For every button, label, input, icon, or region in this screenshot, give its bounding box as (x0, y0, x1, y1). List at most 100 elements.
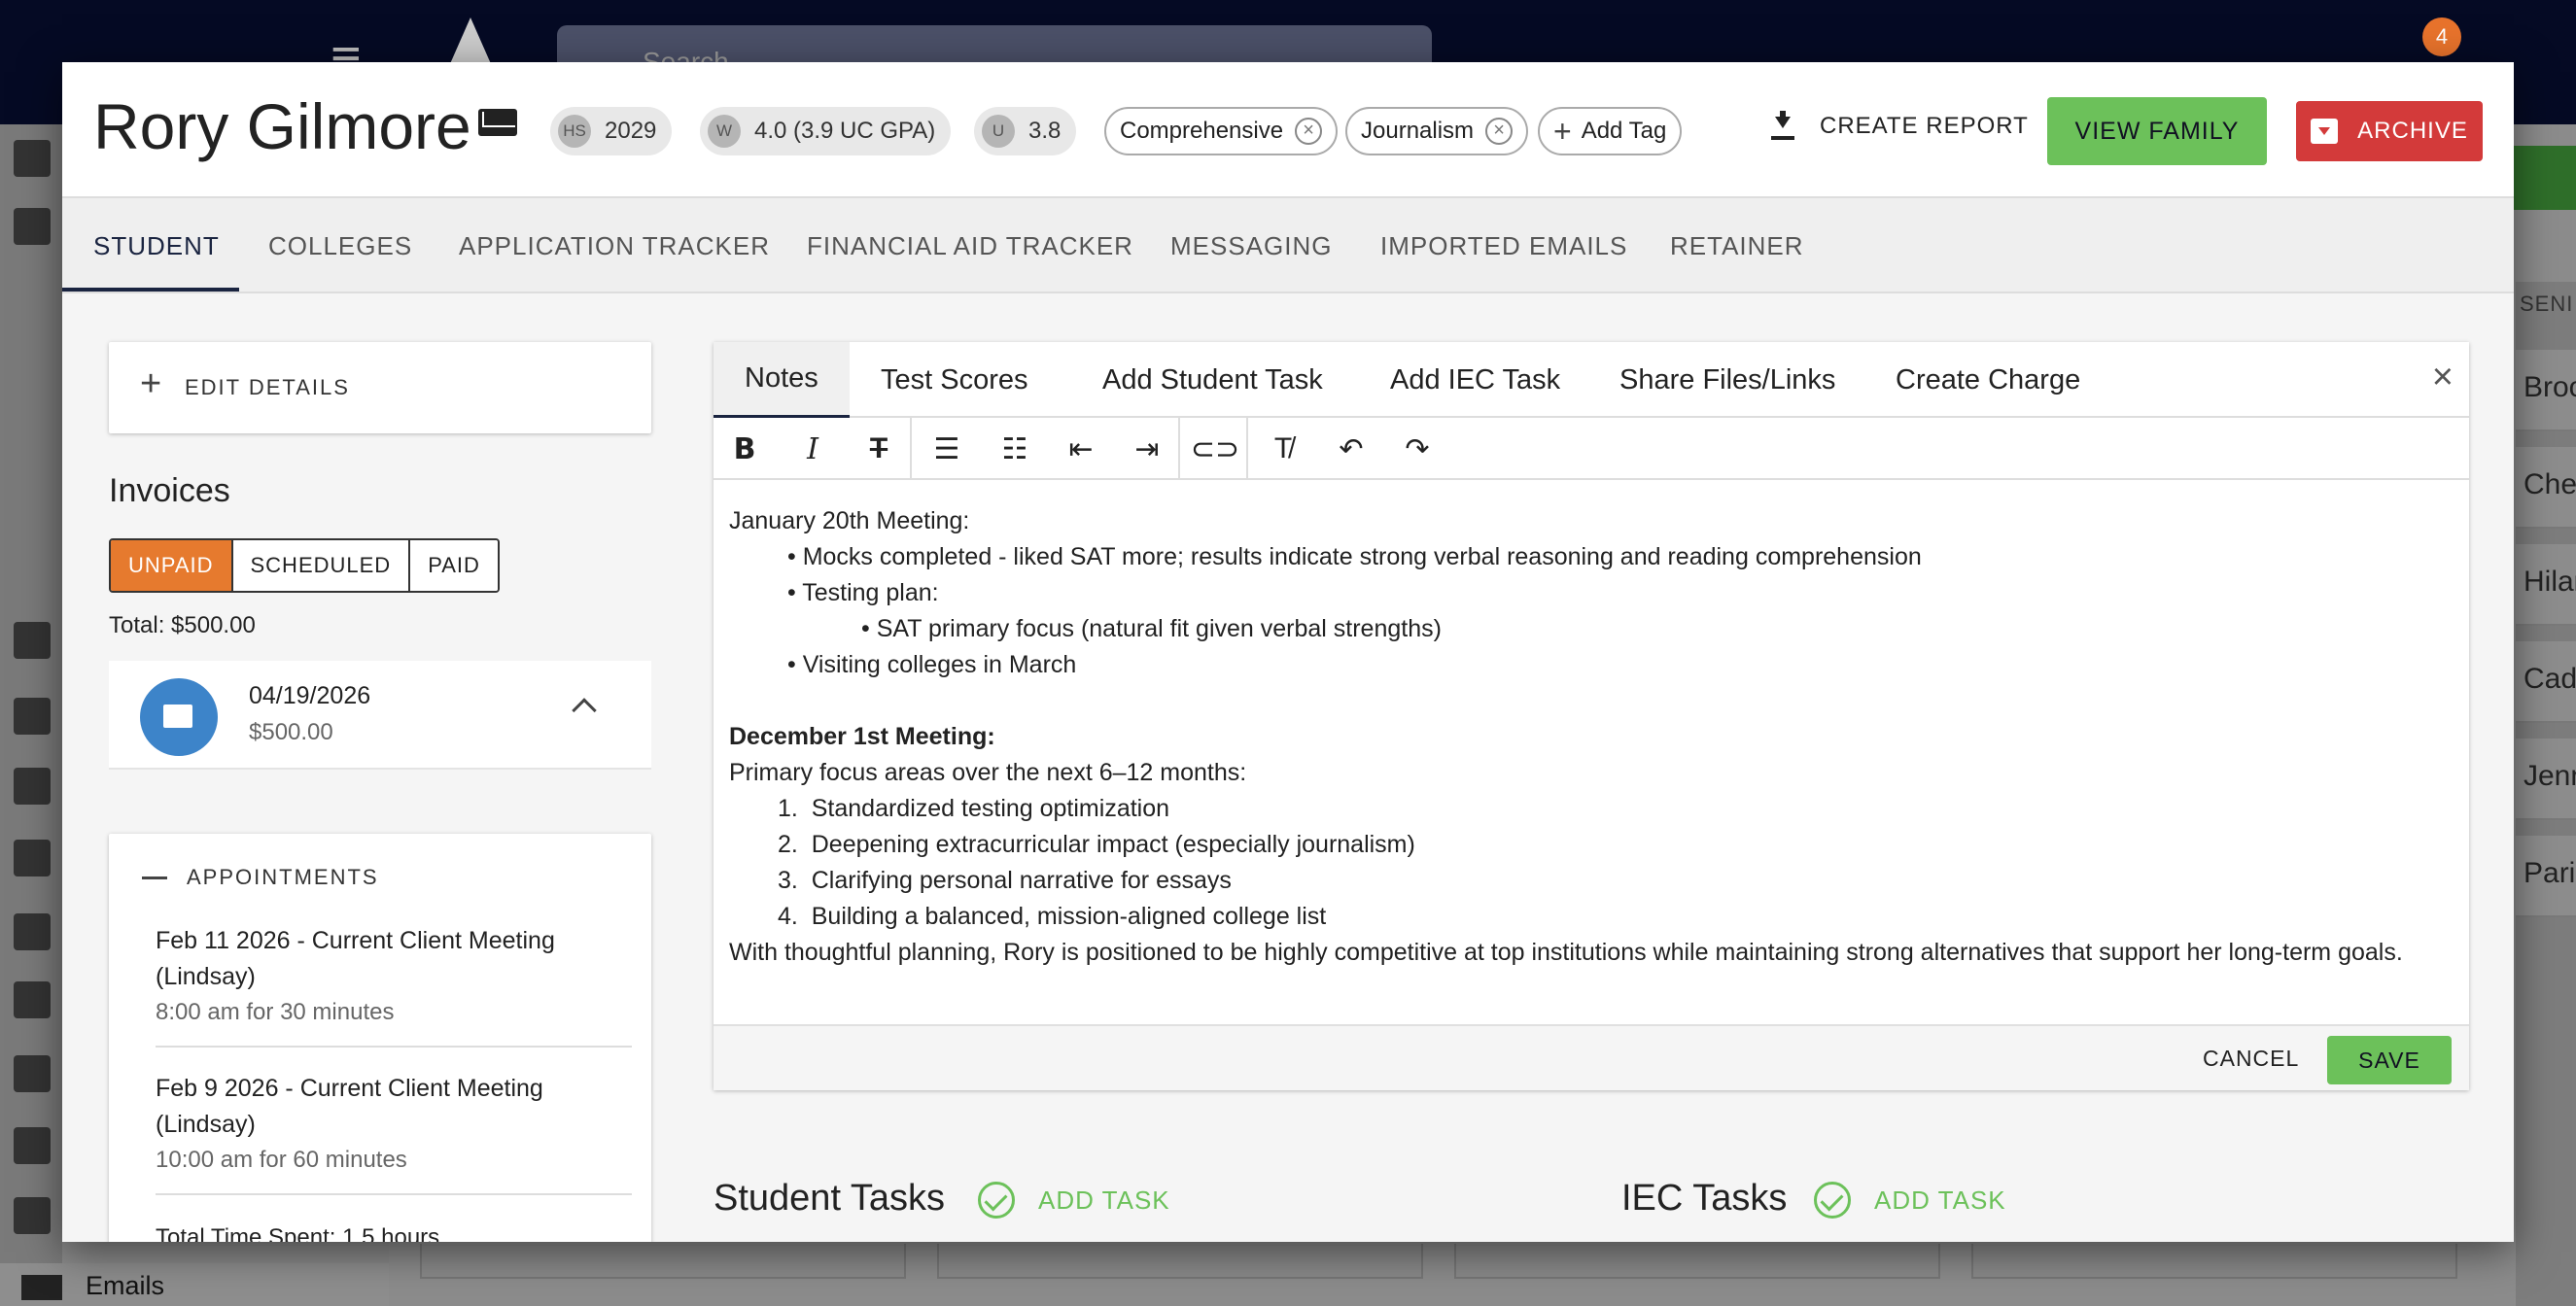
appointment-time: 10:00 am for 60 minutes (156, 1147, 407, 1173)
chip-value: 3.8 (1028, 118, 1062, 144)
editor-tab-add-iec-task[interactable]: Add IEC Task (1359, 342, 1591, 418)
background-card (937, 1244, 1423, 1279)
bullet-list-icon[interactable]: ☰ (925, 428, 968, 470)
notes-bullet: • Testing plan: (787, 579, 939, 606)
remove-tag-icon[interactable]: × (1295, 118, 1323, 145)
add-task-icon (1814, 1182, 1851, 1219)
editor-tab-create-charge[interactable]: Create Charge (1864, 342, 2111, 418)
italic-icon[interactable]: I (791, 428, 834, 470)
undo-icon[interactable]: ↶ (1330, 428, 1373, 470)
email-icon[interactable] (478, 109, 517, 136)
add-tag-button[interactable]: + Add Tag (1538, 107, 1683, 155)
background-card (1454, 1244, 1940, 1279)
edit-details-label: EDIT DETAILS (185, 375, 350, 399)
tab-messaging[interactable]: MESSAGING (1170, 231, 1332, 261)
dashboard-icon[interactable] (14, 140, 51, 177)
right-list-item[interactable]: Paris (2516, 836, 2576, 917)
tag-comprehensive: Comprehensive × (1104, 107, 1339, 155)
appointment-time: 8:00 am for 30 minutes (156, 999, 395, 1025)
toolbar-divider (1246, 418, 1248, 478)
merge-icon[interactable] (14, 1055, 51, 1092)
tab-retainer[interactable]: RETAINER (1670, 231, 1804, 261)
tab-colleges[interactable]: COLLEGES (268, 231, 412, 261)
tasks-icon[interactable] (14, 768, 51, 805)
create-report-button[interactable]: CREATE REPORT (1771, 111, 2029, 140)
background-card (420, 1244, 906, 1279)
sidebar-item-emails[interactable]: Emails (0, 1263, 389, 1306)
active-tab-indicator (62, 288, 239, 292)
filter-paid[interactable]: PAID (410, 540, 498, 591)
student-modal: Rory Gilmore HS 2029 W 4.0 (3.9 UC GPA) … (62, 62, 2514, 1242)
link-icon[interactable]: ⊂⊃ (1191, 428, 1239, 470)
filter-scheduled[interactable]: SCHEDULED (232, 540, 411, 591)
bold-icon[interactable]: B (723, 428, 766, 470)
right-list-item[interactable]: Cady (2516, 641, 2576, 723)
invoice-amount: $500.00 (249, 719, 333, 745)
chip-prefix: U (982, 115, 1015, 148)
list-icon[interactable] (14, 913, 51, 950)
close-icon[interactable]: × (2432, 358, 2454, 396)
notes-content[interactable]: January 20th Meeting: • Mocks completed … (729, 503, 2459, 971)
toolbar-divider (910, 418, 912, 478)
add-task-label: ADD TASK (1038, 1185, 1170, 1215)
right-list-item[interactable]: Hilar (2516, 544, 2576, 626)
download-icon (1771, 111, 1794, 140)
checklist-icon[interactable] (14, 840, 51, 876)
add-tag-label: Add Tag (1581, 118, 1667, 144)
edit-details-button[interactable]: + EDIT DETAILS (109, 342, 651, 433)
chip-prefix: W (708, 115, 741, 148)
clear-format-icon[interactable]: T̸ (1262, 428, 1305, 470)
save-button[interactable]: SAVE (2327, 1036, 2452, 1084)
invoice-row[interactable]: 04/19/2026 $500.00 (109, 661, 651, 770)
board-icon[interactable] (14, 698, 51, 735)
book-icon[interactable] (14, 1127, 51, 1164)
editor-tab-share-files[interactable]: Share Files/Links (1588, 342, 1866, 418)
archive-label: ARCHIVE (2357, 118, 2468, 144)
notes-paragraph: Primary focus areas over the next 6–12 m… (729, 759, 1247, 786)
tab-student[interactable]: STUDENT (93, 231, 220, 261)
colleges-icon[interactable] (14, 622, 51, 659)
chevron-up-icon[interactable] (572, 698, 597, 723)
add-student-task-button[interactable]: ADD TASK (978, 1182, 1170, 1219)
document-icon[interactable] (14, 1197, 51, 1234)
appointments-header: APPOINTMENTS (187, 865, 379, 889)
strikethrough-icon[interactable]: T (857, 428, 900, 470)
appointment-item[interactable]: Feb 9 2026 - Current Client Meeting (Lin… (156, 1071, 632, 1195)
students-icon[interactable] (14, 208, 51, 245)
indent-icon[interactable]: ⇥ (1126, 428, 1168, 470)
right-list-item[interactable]: Jenn (2516, 739, 2576, 820)
collapse-icon[interactable] (142, 876, 167, 879)
editor-tab-test-scores[interactable]: Test Scores (850, 342, 1060, 418)
notes-bullet: • Visiting colleges in March (787, 651, 1077, 678)
view-family-button[interactable]: VIEW FAMILY (2047, 97, 2267, 165)
tab-application-tracker[interactable]: APPLICATION TRACKER (459, 231, 770, 261)
notes-editor: Notes Test Scores Add Student Task Add I… (714, 342, 2469, 1090)
notes-paragraph: January 20th Meeting: (729, 507, 970, 534)
tab-imported-emails[interactable]: IMPORTED EMAILS (1380, 231, 1627, 261)
video-icon[interactable] (14, 981, 51, 1018)
envelope-icon (21, 1275, 62, 1300)
invoice-filter-group: UNPAID SCHEDULED PAID (109, 538, 500, 593)
invoice-mail-icon (140, 678, 218, 756)
numbered-list-icon[interactable]: ☷ (993, 428, 1036, 470)
archive-button[interactable]: ARCHIVE (2296, 101, 2483, 161)
formatting-toolbar: B I T ☰ ☷ ⇤ ⇥ ⊂⊃ T̸ ↶ ↷ (714, 418, 2469, 480)
remove-tag-icon[interactable]: × (1485, 118, 1514, 145)
right-list-item[interactable]: Cher (2516, 447, 2576, 529)
appointment-title: Feb 11 2026 - Current Client Meeting (Li… (156, 927, 555, 990)
cancel-button[interactable]: CANCEL (2203, 1046, 2299, 1072)
iec-tasks-title: IEC Tasks (1621, 1178, 1788, 1219)
tab-financial-aid-tracker[interactable]: FINANCIAL AID TRACKER (807, 231, 1133, 261)
right-list-item[interactable]: Broo (2516, 350, 2576, 431)
outdent-icon[interactable]: ⇤ (1060, 428, 1102, 470)
notes-numbered-item: 4. Building a balanced, mission-aligned … (778, 903, 1327, 930)
appointment-item[interactable]: Feb 11 2026 - Current Client Meeting (Li… (156, 923, 632, 1048)
redo-icon[interactable]: ↷ (1396, 428, 1439, 470)
create-report-label: CREATE REPORT (1820, 113, 2029, 139)
editor-tab-notes[interactable]: Notes (714, 342, 850, 418)
chip-value: 2029 (605, 118, 657, 144)
filter-unpaid[interactable]: UNPAID (111, 540, 233, 591)
student-name: Rory Gilmore (93, 90, 471, 162)
add-iec-task-button[interactable]: ADD TASK (1814, 1182, 2006, 1219)
editor-tab-add-student-task[interactable]: Add Student Task (1071, 342, 1354, 418)
